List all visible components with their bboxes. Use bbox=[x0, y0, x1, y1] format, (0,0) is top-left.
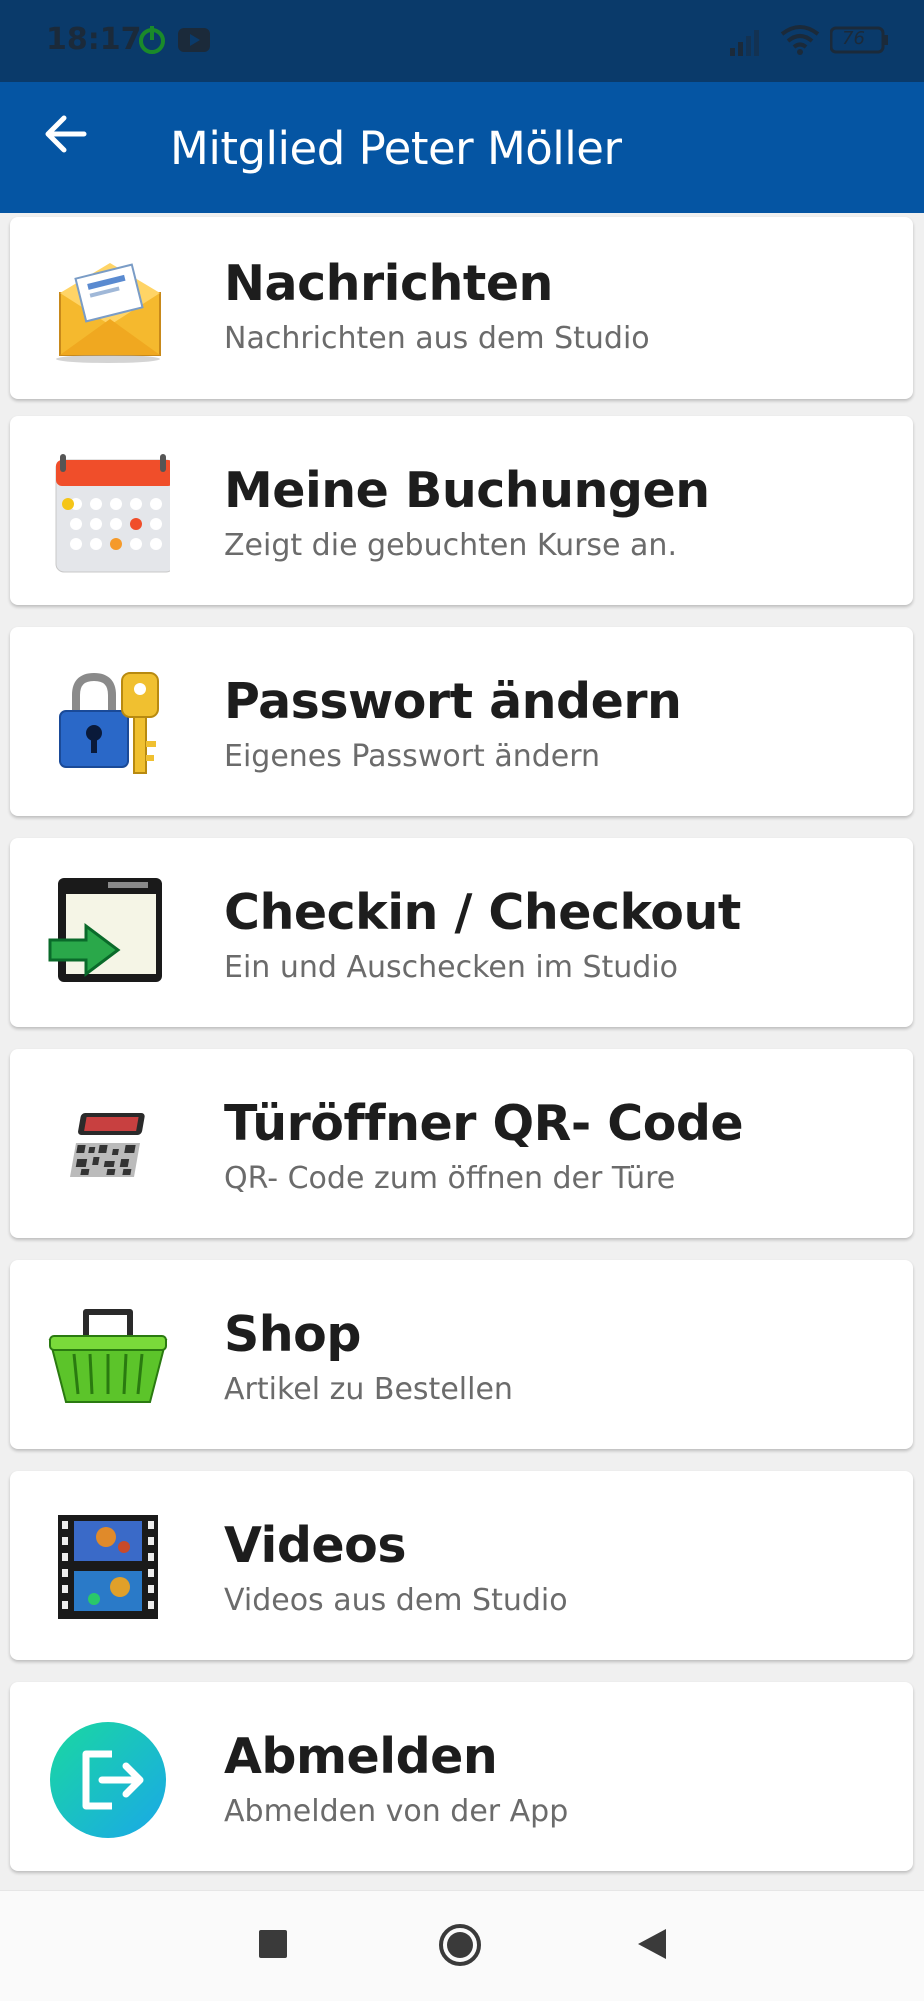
enter-window-icon bbox=[46, 870, 170, 994]
app-bar: Mitglied Peter Möller bbox=[0, 82, 924, 213]
menu-item-title: Meine Buchungen bbox=[224, 462, 710, 519]
menu-item-nachrichten[interactable]: Nachrichten Nachrichten aus dem Studio bbox=[10, 217, 913, 399]
arrow-left-icon bbox=[36, 115, 96, 168]
menu-item-subtitle: Nachrichten aus dem Studio bbox=[224, 321, 650, 356]
menu-item-shop[interactable]: Shop Artikel zu Bestellen bbox=[10, 1260, 913, 1449]
menu-item-title: Checkin / Checkout bbox=[224, 884, 741, 941]
menu-item-subtitle: QR- Code zum öffnen der Türe bbox=[224, 1161, 676, 1196]
envelope-icon bbox=[46, 245, 170, 369]
menu-item-title: Shop bbox=[224, 1306, 361, 1363]
menu-item-subtitle: Artikel zu Bestellen bbox=[224, 1372, 513, 1407]
back-triangle-icon[interactable] bbox=[636, 1927, 668, 1966]
recents-square-icon[interactable] bbox=[258, 1929, 288, 1964]
menu-item-tueroeffner-qr-code[interactable]: Türöffner QR- Code QR- Code zum öffnen d… bbox=[10, 1049, 913, 1238]
menu-item-subtitle: Abmelden von der App bbox=[224, 1794, 569, 1829]
battery-icon: 76 bbox=[830, 26, 888, 54]
basket-icon bbox=[46, 1294, 170, 1418]
menu-item-title: Türöffner QR- Code bbox=[224, 1095, 744, 1152]
page-title: Mitglied Peter Möller bbox=[170, 122, 622, 175]
film-icon bbox=[46, 1503, 170, 1627]
system-nav-bar bbox=[0, 1890, 924, 2001]
menu-item-subtitle: Zeigt die gebuchten Kurse an. bbox=[224, 528, 677, 563]
lock-key-icon bbox=[46, 661, 170, 785]
back-button[interactable] bbox=[36, 104, 96, 164]
menu-item-subtitle: Videos aus dem Studio bbox=[224, 1583, 568, 1618]
menu-item-title: Passwort ändern bbox=[224, 673, 682, 730]
menu-item-title: Videos bbox=[224, 1517, 407, 1574]
menu-item-passwort-aendern[interactable]: Passwort ändern Eigenes Passwort ändern bbox=[10, 627, 913, 816]
status-bar: 18:17 76 bbox=[0, 0, 924, 82]
menu-item-checkin-checkout[interactable]: Checkin / Checkout Ein und Auschecken im… bbox=[10, 838, 913, 1027]
qr-phone-icon bbox=[46, 1081, 170, 1205]
logout-icon bbox=[46, 1718, 170, 1842]
menu-item-title: Abmelden bbox=[224, 1728, 498, 1785]
menu-item-meine-buchungen[interactable]: Meine Buchungen Zeigt die gebuchten Kurs… bbox=[10, 416, 913, 605]
youtube-icon bbox=[178, 28, 210, 57]
status-time: 18:17 bbox=[46, 22, 142, 57]
menu-item-abmelden[interactable]: Abmelden Abmelden von der App bbox=[10, 1682, 913, 1871]
power-icon bbox=[136, 24, 168, 61]
menu-item-title: Nachrichten bbox=[224, 255, 553, 312]
menu-item-subtitle: Eigenes Passwort ändern bbox=[224, 739, 601, 774]
calendar-icon bbox=[46, 452, 170, 576]
wifi-icon bbox=[780, 24, 820, 61]
menu-item-subtitle: Ein und Auschecken im Studio bbox=[224, 950, 679, 985]
signal-icon bbox=[730, 28, 766, 61]
battery-level: 76 bbox=[842, 28, 865, 49]
menu-item-videos[interactable]: Videos Videos aus dem Studio bbox=[10, 1471, 913, 1660]
home-circle-icon[interactable] bbox=[438, 1923, 482, 1972]
